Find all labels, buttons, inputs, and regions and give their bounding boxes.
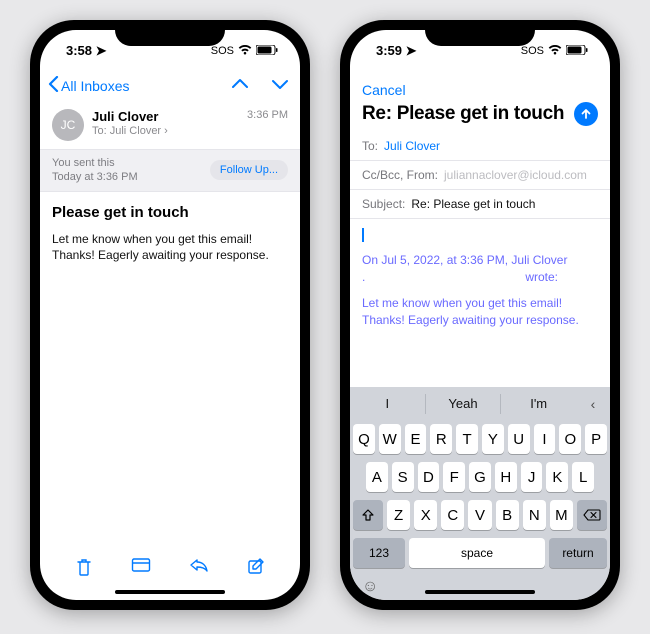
avatar[interactable]: JC: [52, 109, 84, 141]
emoji-button[interactable]: ☺: [362, 578, 378, 595]
predict-3[interactable]: I'm: [501, 387, 576, 420]
key-z[interactable]: Z: [387, 500, 410, 530]
predict-2[interactable]: Yeah: [426, 387, 501, 420]
predict-collapse[interactable]: ‹: [576, 396, 610, 412]
screen-compose: 3:59 ➤ SOS Cancel Re: Please get in touc…: [350, 30, 610, 600]
from-name[interactable]: Juli Clover: [92, 109, 239, 125]
phone-left: 3:58 ➤ SOS All Inboxes JC: [30, 20, 310, 610]
status-time: 3:59 ➤: [376, 43, 417, 59]
message-time: 3:36 PM: [247, 109, 288, 121]
home-indicator[interactable]: [115, 590, 225, 594]
compose-button[interactable]: [247, 557, 265, 582]
space-key[interactable]: space: [409, 538, 545, 568]
ccbcc-field[interactable]: Cc/Bcc, From: juliannaclover@icloud.com: [350, 161, 610, 190]
status-sos: SOS: [521, 45, 544, 57]
bottom-toolbar: [40, 557, 300, 582]
back-label: All Inboxes: [61, 78, 129, 94]
send-button[interactable]: [574, 102, 598, 126]
key-b[interactable]: B: [496, 500, 519, 530]
sent-line1: You sent this: [52, 156, 138, 170]
keyboard: I Yeah I'm ‹ QWERTYUIOP ASDFGHJKL ZXCVBN…: [350, 387, 610, 600]
key-o[interactable]: O: [559, 424, 581, 454]
location-icon: ➤: [406, 43, 417, 58]
predictive-bar: I Yeah I'm ‹: [350, 387, 610, 420]
key-f[interactable]: F: [443, 462, 465, 492]
chevron-right-icon: ›: [164, 125, 168, 137]
key-t[interactable]: T: [456, 424, 478, 454]
from-value: juliannaclover@icloud.com: [444, 168, 587, 182]
archive-button[interactable]: [131, 557, 151, 582]
backspace-key[interactable]: [577, 500, 607, 530]
key-h[interactable]: H: [495, 462, 517, 492]
sent-banner: You sent this Today at 3:36 PM Follow Up…: [40, 149, 300, 192]
key-a[interactable]: A: [366, 462, 388, 492]
home-indicator[interactable]: [425, 590, 535, 594]
key-d[interactable]: D: [418, 462, 440, 492]
key-r[interactable]: R: [430, 424, 452, 454]
quoted-header: On Jul 5, 2022, at 3:36 PM, Juli Clover: [362, 252, 598, 269]
message-body: Let me know when you get this email! Tha…: [40, 227, 300, 269]
key-e[interactable]: E: [405, 424, 427, 454]
chevron-left-icon: [48, 76, 59, 95]
key-m[interactable]: M: [550, 500, 573, 530]
to-field[interactable]: To: Juli Clover: [350, 132, 610, 161]
key-g[interactable]: G: [469, 462, 491, 492]
key-x[interactable]: X: [414, 500, 437, 530]
to-value: Juli Clover: [384, 139, 440, 153]
text-cursor: [362, 228, 364, 242]
status-sos: SOS: [211, 45, 234, 57]
reply-button[interactable]: [189, 557, 209, 582]
message-header: JC Juli Clover To: Juli Clover › 3:36 PM: [40, 103, 300, 149]
subject-value: Re: Please get in touch: [411, 197, 535, 211]
next-message-button[interactable]: [272, 77, 288, 95]
notch: [115, 20, 225, 46]
wifi-icon: [238, 45, 252, 58]
sent-line2: Today at 3:36 PM: [52, 170, 138, 184]
key-w[interactable]: W: [379, 424, 401, 454]
key-y[interactable]: Y: [482, 424, 504, 454]
key-c[interactable]: C: [441, 500, 464, 530]
key-l[interactable]: L: [572, 462, 594, 492]
compose-nav: Cancel: [350, 72, 610, 102]
status-time: 3:58 ➤: [66, 43, 107, 59]
key-v[interactable]: V: [468, 500, 491, 530]
notch: [425, 20, 535, 46]
quoted-body: Let me know when you get this email! Tha…: [362, 295, 598, 329]
battery-icon: [566, 45, 588, 58]
key-p[interactable]: P: [585, 424, 607, 454]
cancel-button[interactable]: Cancel: [362, 82, 406, 98]
phone-right: 3:59 ➤ SOS Cancel Re: Please get in touc…: [340, 20, 620, 610]
subject-field[interactable]: Subject: Re: Please get in touch: [350, 190, 610, 219]
key-j[interactable]: J: [521, 462, 543, 492]
return-key[interactable]: return: [549, 538, 607, 568]
wifi-icon: [548, 45, 562, 58]
prev-message-button[interactable]: [232, 77, 248, 95]
key-i[interactable]: I: [534, 424, 556, 454]
screen-mail-view: 3:58 ➤ SOS All Inboxes JC: [40, 30, 300, 600]
key-n[interactable]: N: [523, 500, 546, 530]
to-line[interactable]: To: Juli Clover ›: [92, 125, 239, 139]
follow-up-button[interactable]: Follow Up...: [210, 160, 288, 180]
back-button[interactable]: All Inboxes: [48, 76, 129, 95]
key-s[interactable]: S: [392, 462, 414, 492]
predict-1[interactable]: I: [350, 387, 425, 420]
message-subject: Please get in touch: [40, 192, 300, 227]
nav-bar: All Inboxes: [40, 72, 300, 103]
key-u[interactable]: U: [508, 424, 530, 454]
compose-title: Re: Please get in touch: [362, 103, 564, 125]
numbers-key[interactable]: 123: [353, 538, 405, 568]
compose-body[interactable]: On Jul 5, 2022, at 3:36 PM, Juli Clover …: [350, 219, 610, 387]
key-k[interactable]: K: [546, 462, 568, 492]
shift-key[interactable]: [353, 500, 383, 530]
battery-icon: [256, 45, 278, 58]
location-icon: ➤: [96, 43, 107, 58]
key-q[interactable]: Q: [353, 424, 375, 454]
trash-button[interactable]: [75, 557, 93, 582]
